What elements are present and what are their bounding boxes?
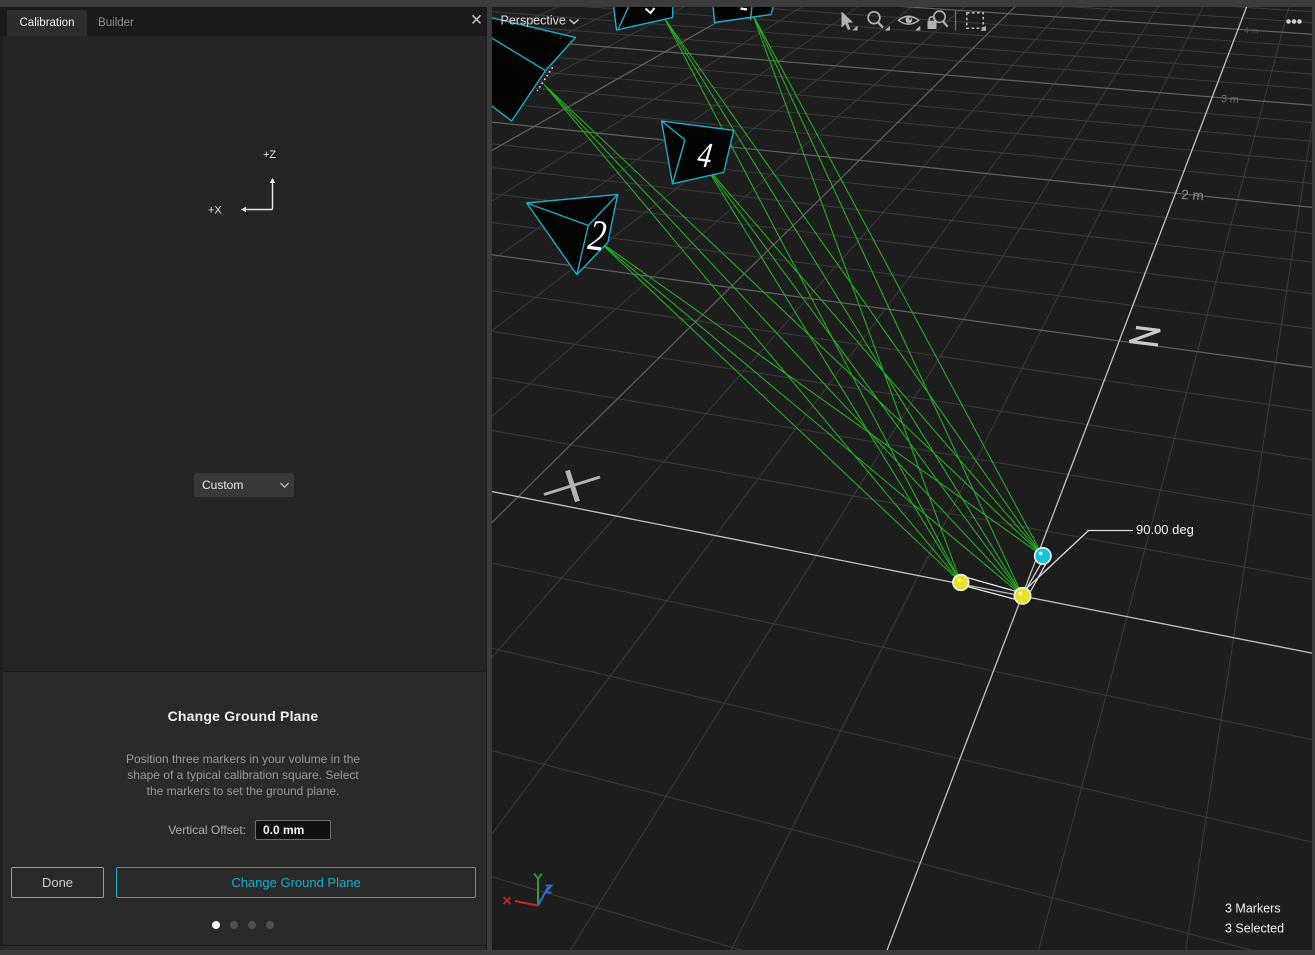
svg-text:3 m: 3 m [1221,93,1239,106]
svg-text:+X: +X [208,205,222,217]
svg-text:2 m: 2 m [1181,187,1204,203]
svg-text:4 m: 4 m [1244,25,1259,36]
svg-text:+Z: +Z [263,149,276,161]
svg-text:90.00 deg: 90.00 deg [1136,522,1194,537]
svg-text:3 Markers: 3 Markers [1225,902,1281,916]
svg-text:3 Selected: 3 Selected [1225,922,1284,936]
svg-text:Perspective: Perspective [501,14,566,28]
